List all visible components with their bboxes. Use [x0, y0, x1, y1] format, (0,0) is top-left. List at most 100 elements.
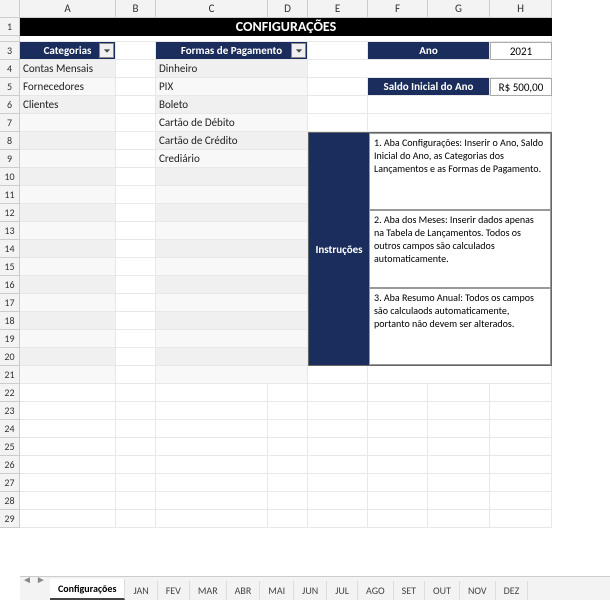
select-all-corner[interactable] [0, 0, 20, 18]
categoria-item[interactable] [20, 276, 116, 294]
sheet-tab-jul[interactable]: JUL [327, 581, 358, 600]
categoria-item[interactable] [20, 204, 116, 222]
row-header-26[interactable]: 26 [0, 456, 20, 474]
sheet-tab-ago[interactable]: AGO [358, 581, 394, 600]
forma-item[interactable] [156, 312, 308, 330]
sheet-tab-abr[interactable]: ABR [227, 581, 261, 600]
row-header-3[interactable]: 3 [0, 42, 20, 60]
row-header-1[interactable]: 1 [0, 18, 20, 36]
row-header-22[interactable]: 22 [0, 384, 20, 402]
row-header-13[interactable]: 13 [0, 222, 20, 240]
col-header-F[interactable]: F [368, 0, 428, 18]
col-header-B[interactable]: B [116, 0, 156, 18]
row-header-9[interactable]: 9 [0, 150, 20, 168]
row-header-27[interactable]: 27 [0, 474, 20, 492]
forma-item[interactable] [156, 276, 308, 294]
forma-item[interactable] [156, 204, 308, 222]
row-header-15[interactable]: 15 [0, 258, 20, 276]
forma-item[interactable] [156, 222, 308, 240]
col-header-C[interactable]: C [156, 0, 268, 18]
categoria-item[interactable] [20, 150, 116, 168]
col-header-D[interactable]: D [268, 0, 308, 18]
forma-item[interactable]: Cartão de Débito [156, 114, 308, 132]
row-header-4[interactable]: 4 [0, 60, 20, 78]
row-header-6[interactable]: 6 [0, 96, 20, 114]
categoria-item[interactable]: Contas Mensais [20, 60, 116, 78]
forma-item[interactable]: Cartão de Crédito [156, 132, 308, 150]
sheet-tab-fev[interactable]: FEV [158, 581, 190, 600]
forma-item[interactable]: Dinheiro [156, 60, 308, 78]
categoria-item[interactable] [20, 186, 116, 204]
row-header-19[interactable]: 19 [0, 330, 20, 348]
forma-item[interactable] [156, 240, 308, 258]
row-header-20[interactable]: 20 [0, 348, 20, 366]
forma-item[interactable]: Boleto [156, 96, 308, 114]
tab-next-icon[interactable]: ► [36, 573, 46, 586]
categoria-item[interactable] [20, 114, 116, 132]
sheet-tab-configurações[interactable]: Configurações [50, 579, 125, 600]
sheet-tab-jun[interactable]: JUN [294, 581, 327, 600]
forma-item[interactable] [156, 258, 308, 276]
forma-item[interactable] [156, 186, 308, 204]
row-header-24[interactable]: 24 [0, 420, 20, 438]
row-header-17[interactable]: 17 [0, 294, 20, 312]
row-header-7[interactable]: 7 [0, 114, 20, 132]
col-header-E[interactable]: E [308, 0, 368, 18]
row-header-16[interactable]: 16 [0, 276, 20, 294]
row-header-23[interactable]: 23 [0, 402, 20, 420]
saldo-label: Saldo Inicial do Ano [368, 78, 490, 96]
categorias-filter-icon[interactable] [99, 43, 114, 58]
instrucoes-block: 1. Aba Configurações: Inserir o Ano, Sal… [369, 133, 551, 210]
categoria-item[interactable] [20, 222, 116, 240]
categoria-item[interactable] [20, 258, 116, 276]
forma-item[interactable] [156, 330, 308, 348]
sheet-tab-mai[interactable]: MAI [260, 581, 294, 600]
sheet-tab-mar[interactable]: MAR [190, 581, 227, 600]
row-header-14[interactable]: 14 [0, 240, 20, 258]
formas-header[interactable]: Formas de Pagamento [156, 42, 308, 60]
cell-content[interactable]: CONFIGURAÇÕESCategoriasFormas de Pagamen… [20, 18, 610, 528]
saldo-value[interactable]: R$ 500,00 [490, 78, 552, 96]
sheet-tab-nov[interactable]: NOV [460, 581, 496, 600]
row-header-5[interactable]: 5 [0, 78, 20, 96]
categoria-item[interactable] [20, 330, 116, 348]
categoria-item[interactable] [20, 366, 116, 384]
row-header-28[interactable]: 28 [0, 492, 20, 510]
col-header-A[interactable]: A [20, 0, 116, 18]
categoria-item[interactable] [20, 294, 116, 312]
categoria-item[interactable] [20, 168, 116, 186]
forma-item[interactable] [156, 294, 308, 312]
tab-prev-icon[interactable]: ◄ [22, 573, 32, 586]
categorias-header[interactable]: Categorias [20, 42, 116, 60]
categoria-item[interactable]: Clientes [20, 96, 116, 114]
row-header-12[interactable]: 12 [0, 204, 20, 222]
instrucoes-block: 3. Aba Resumo Anual: Todos os campos são… [369, 288, 551, 365]
sheet-tab-jan[interactable]: JAN [125, 581, 157, 600]
row-header-11[interactable]: 11 [0, 186, 20, 204]
sheet-tab-dez[interactable]: DEZ [496, 581, 529, 600]
row-header-18[interactable]: 18 [0, 312, 20, 330]
categoria-item[interactable]: Fornecedores [20, 78, 116, 96]
col-header-H[interactable]: H [490, 0, 552, 18]
categoria-item[interactable] [20, 312, 116, 330]
row-header-29[interactable]: 29 [0, 510, 20, 528]
row-header-21[interactable]: 21 [0, 366, 20, 384]
tab-nav[interactable]: ◄ ► [22, 573, 46, 586]
forma-item[interactable] [156, 168, 308, 186]
forma-item[interactable] [156, 366, 308, 384]
categoria-item[interactable] [20, 348, 116, 366]
row-headers: 1234567891011121314151617181920212223242… [0, 18, 20, 528]
row-header-10[interactable]: 10 [0, 168, 20, 186]
categoria-item[interactable] [20, 240, 116, 258]
formas-filter-icon[interactable] [291, 43, 306, 58]
col-header-G[interactable]: G [428, 0, 490, 18]
sheet-tab-out[interactable]: OUT [425, 581, 460, 600]
categoria-item[interactable] [20, 132, 116, 150]
row-header-25[interactable]: 25 [0, 438, 20, 456]
sheet-tab-set[interactable]: SET [394, 581, 425, 600]
forma-item[interactable]: Crediário [156, 150, 308, 168]
row-header-8[interactable]: 8 [0, 132, 20, 150]
forma-item[interactable]: PIX [156, 78, 308, 96]
ano-value[interactable]: 2021 [490, 42, 552, 60]
forma-item[interactable] [156, 348, 308, 366]
